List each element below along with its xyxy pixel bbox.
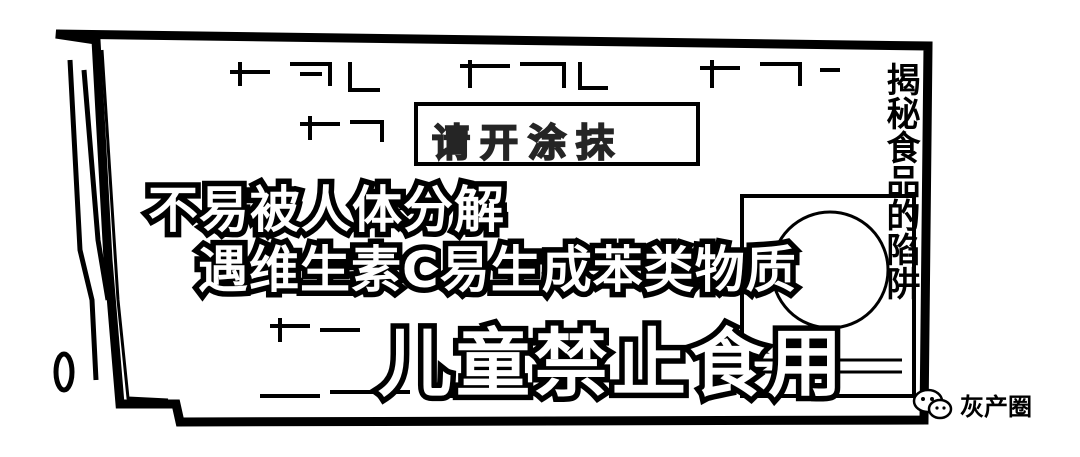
watermark: 灰产圈	[912, 384, 1032, 424]
photo-scene: 请开涂抹 揭秘食品的陷阱 不易被人体分解 遇维生素C易生成苯类物质 儿童禁止食用…	[0, 0, 1080, 457]
blob	[53, 351, 75, 393]
label-text: 请开涂抹	[431, 120, 625, 166]
side-title: 揭秘食品的陷阱	[880, 62, 920, 300]
caption-line-2: 遇维生素C易生成苯类物质	[193, 236, 802, 305]
watermark-text: 灰产圈	[960, 392, 1032, 421]
caption-line-3: 儿童禁止食用	[373, 316, 848, 413]
wechat-icon	[912, 388, 953, 420]
